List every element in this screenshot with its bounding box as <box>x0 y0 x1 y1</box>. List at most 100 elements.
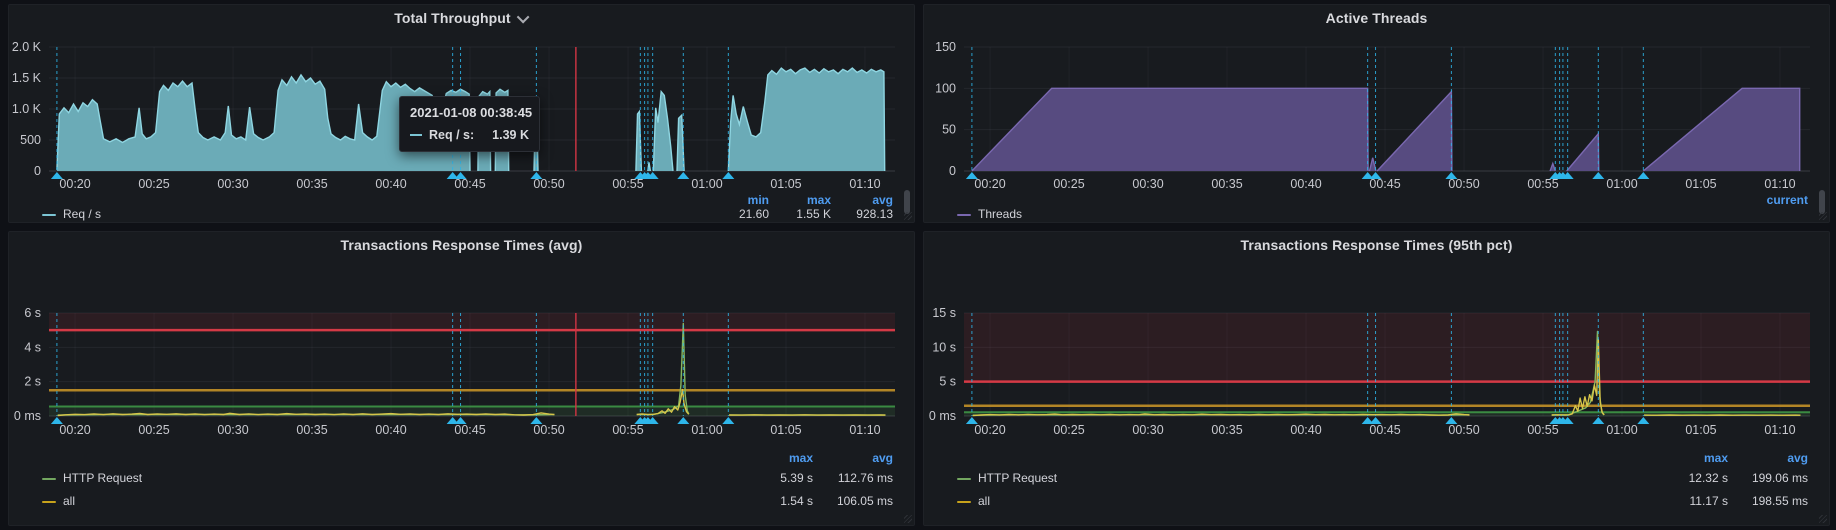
legend-header-row: maxavg <box>957 450 1808 467</box>
legend-series-label[interactable]: all <box>957 490 1648 513</box>
svg-text:01:05: 01:05 <box>1685 177 1716 191</box>
threshold-bands <box>964 313 1810 416</box>
legend-series-row: HTTP Request5.39 s112.76 ms <box>42 467 893 490</box>
legend-stat-value: 5.39 s <box>733 467 813 490</box>
svg-text:2.0 K: 2.0 K <box>12 40 42 54</box>
svg-text:150: 150 <box>935 40 956 54</box>
legend-stat-value: 1.54 s <box>733 490 813 513</box>
legend-series-label[interactable]: all <box>42 490 733 513</box>
legend-stat-value: 106.05 ms <box>813 490 893 513</box>
svg-text:10 s: 10 s <box>932 340 956 354</box>
svg-text:01:00: 01:00 <box>691 423 722 437</box>
svg-text:00:20: 00:20 <box>974 177 1005 191</box>
panel-header[interactable]: Transactions Response Times (avg) <box>9 232 914 258</box>
legend-scrollbar[interactable] <box>904 190 910 214</box>
tooltip-timestamp: 2021-01-08 00:38:45 <box>410 105 529 120</box>
svg-text:00:40: 00:40 <box>375 423 406 437</box>
tooltip-value: 1.39 K <box>492 128 529 142</box>
legend-series-label[interactable]: HTTP Request <box>957 467 1648 490</box>
legend-sort-max[interactable]: max <box>769 193 831 207</box>
panel-header[interactable]: Active Threads <box>924 5 1829 31</box>
svg-text:00:50: 00:50 <box>1448 423 1479 437</box>
svg-text:0 ms: 0 ms <box>929 409 956 423</box>
panel-header[interactable]: Transactions Response Times (95th pct) <box>924 232 1829 258</box>
panel-menu-chevron-icon[interactable] <box>516 10 529 23</box>
panel-resize-handle[interactable] <box>904 515 912 523</box>
svg-text:01:05: 01:05 <box>770 177 801 191</box>
series-color-dash <box>957 214 971 216</box>
legend-sort-current[interactable]: current <box>1746 193 1808 207</box>
svg-text:00:30: 00:30 <box>217 177 248 191</box>
svg-text:00:30: 00:30 <box>1132 423 1163 437</box>
panel-resize-handle[interactable] <box>904 212 912 220</box>
svg-text:00:35: 00:35 <box>1211 423 1242 437</box>
svg-text:00:45: 00:45 <box>1369 423 1400 437</box>
legend-total-throughput: minmaxavgReq / s21.601.55 K928.13 <box>9 193 914 222</box>
legend-sort-min[interactable]: min <box>707 193 769 207</box>
legend-sort-avg[interactable]: avg <box>1728 450 1808 467</box>
svg-text:00:45: 00:45 <box>1369 177 1400 191</box>
svg-text:00:55: 00:55 <box>612 177 643 191</box>
legend-series-row: all1.54 s106.05 ms <box>42 490 893 513</box>
panel-resize-handle[interactable] <box>1819 515 1827 523</box>
svg-text:6 s: 6 s <box>24 306 41 320</box>
panel-title[interactable]: Transactions Response Times (avg) <box>341 237 583 253</box>
legend-series-row: HTTP Request12.32 s199.06 ms <box>957 467 1808 490</box>
legend-stat-value: 112.76 ms <box>813 467 893 490</box>
grafana-dashboard: Total Throughput 0 500 1.0 K 1.5 K 2.0 K 00:2… <box>0 0 1836 530</box>
svg-text:00:40: 00:40 <box>1290 177 1321 191</box>
legend-sort-max[interactable]: max <box>733 450 813 467</box>
legend-sort-avg[interactable]: avg <box>831 193 893 207</box>
legend-header-row: minmaxavg <box>42 193 893 207</box>
panel-response-times-avg: Transactions Response Times (avg) 0 ms2 … <box>8 231 915 526</box>
chart-response-times-avg[interactable]: 0 ms2 s4 s6 s00:2000:2500:3000:3500:4000… <box>9 258 915 444</box>
legend-series-label[interactable]: HTTP Request <box>42 467 733 490</box>
legend-sort-avg[interactable]: avg <box>813 450 893 467</box>
svg-text:01:10: 01:10 <box>849 423 880 437</box>
panel-title[interactable]: Transactions Response Times (95th pct) <box>1241 237 1513 253</box>
series-layer <box>58 324 886 416</box>
legend-sort-max[interactable]: max <box>1648 450 1728 467</box>
panel-resize-handle[interactable] <box>1819 212 1827 220</box>
chart-tooltip: 2021-01-08 00:38:45 Req / s: 1.39 K <box>399 96 540 152</box>
svg-text:01:00: 01:00 <box>691 177 722 191</box>
chart-response-times-95pct[interactable]: 0 ms5 s10 s15 s00:2000:2500:3000:3500:40… <box>924 258 1830 444</box>
svg-text:00:25: 00:25 <box>1053 423 1084 437</box>
svg-text:100: 100 <box>935 81 956 95</box>
threshold-bands <box>49 313 895 416</box>
svg-text:00:35: 00:35 <box>296 177 327 191</box>
svg-text:00:35: 00:35 <box>1211 177 1242 191</box>
svg-text:00:20: 00:20 <box>974 423 1005 437</box>
svg-text:1.0 K: 1.0 K <box>12 102 42 116</box>
legend-stat-value: 198.55 ms <box>1728 490 1808 513</box>
svg-text:00:40: 00:40 <box>1290 423 1321 437</box>
panel-total-throughput: Total Throughput 05001.0 K1.5 K2.0 K00:2… <box>8 4 915 223</box>
legend-stat-value: 1.55 K <box>769 207 831 222</box>
svg-text:00:55: 00:55 <box>1527 423 1558 437</box>
svg-text:1.5 K: 1.5 K <box>12 71 42 85</box>
panel-header[interactable]: Total Throughput <box>9 5 914 31</box>
panel-title[interactable]: Total Throughput <box>394 10 510 26</box>
svg-text:0: 0 <box>949 164 956 178</box>
svg-text:00:25: 00:25 <box>138 177 169 191</box>
legend-series-label[interactable]: Threads <box>957 207 1746 222</box>
svg-text:00:45: 00:45 <box>454 177 485 191</box>
chart-active-threads[interactable]: 05010015000:2000:2500:3000:3500:4000:450… <box>924 31 1830 193</box>
svg-text:00:25: 00:25 <box>138 423 169 437</box>
legend-series-row: all11.17 s198.55 ms <box>957 490 1808 513</box>
legend-series-row: Threads <box>957 207 1808 222</box>
tooltip-series-color-dash <box>410 134 422 136</box>
svg-text:01:00: 01:00 <box>1606 177 1637 191</box>
legend-response-times-95pct: maxavgHTTP Request12.32 s199.06 msall11.… <box>924 444 1829 513</box>
legend-scrollbar[interactable] <box>1819 190 1825 214</box>
legend-series-label[interactable]: Req / s <box>42 207 707 222</box>
series-color-dash <box>42 501 56 503</box>
legend-series-row: Req / s21.601.55 K928.13 <box>42 207 893 222</box>
svg-text:00:50: 00:50 <box>533 177 564 191</box>
panel-title[interactable]: Active Threads <box>1326 10 1428 26</box>
svg-text:01:10: 01:10 <box>1764 177 1795 191</box>
legend-stat-value: 928.13 <box>831 207 893 222</box>
svg-text:500: 500 <box>20 133 41 147</box>
svg-text:00:35: 00:35 <box>296 423 327 437</box>
svg-text:4 s: 4 s <box>24 340 41 354</box>
